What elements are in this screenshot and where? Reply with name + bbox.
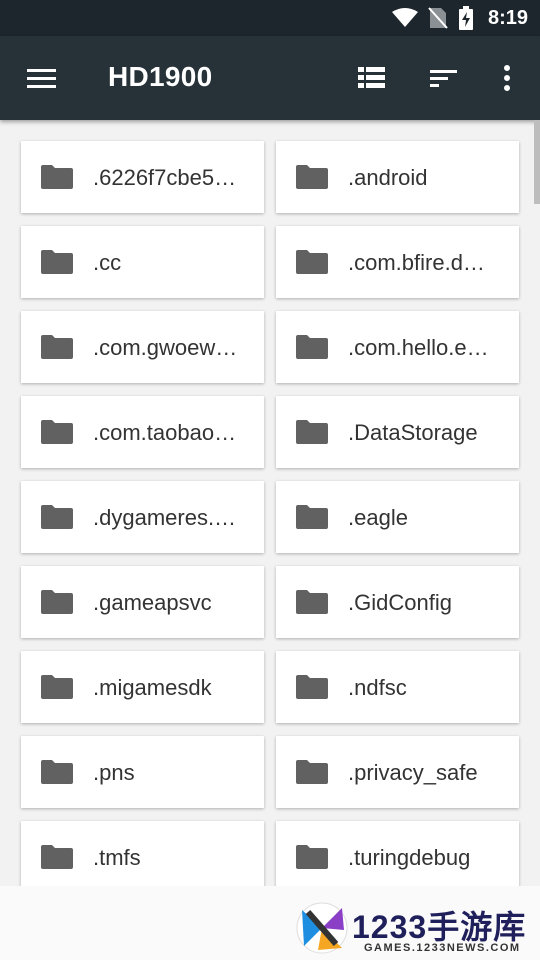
folder-icon (41, 845, 73, 874)
folder-icon (41, 165, 73, 194)
folder-name: .DataStorage (348, 420, 478, 445)
folder-item[interactable]: .com.bfire.d… (276, 226, 519, 298)
folder-name: .dygameres.… (93, 505, 237, 530)
hamburger-menu-icon[interactable] (22, 60, 62, 96)
folder-item[interactable]: .gameapsvc (21, 566, 264, 638)
folder-item[interactable]: .ndfsc (276, 651, 519, 723)
folder-name: .pns (93, 760, 135, 785)
folder-item[interactable]: .6226f7cbe5… (21, 141, 264, 213)
folder-icon (41, 335, 73, 364)
folder-icon (296, 420, 328, 449)
folder-name: .android (348, 165, 428, 190)
more-vert-icon[interactable] (487, 58, 527, 98)
folder-item[interactable]: .GidConfig (276, 566, 519, 638)
folder-item[interactable]: .cc (21, 226, 264, 298)
folder-item[interactable]: .com.hello.e… (276, 311, 519, 383)
folder-icon (41, 250, 73, 279)
folder-icon (296, 335, 328, 364)
folder-icon (41, 420, 73, 449)
status-bar: 8:19 (0, 0, 540, 36)
page-title: HD1900 (108, 61, 213, 92)
watermark-logo: 1233手游库 GAMES.1233NEWS.COM (290, 898, 540, 960)
folder-icon (41, 505, 73, 534)
scrollbar[interactable] (534, 120, 540, 204)
sort-icon[interactable] (424, 58, 464, 98)
folder-item[interactable]: .privacy_safe (276, 736, 519, 808)
folder-item[interactable]: .dygameres.… (21, 481, 264, 553)
folder-icon (41, 675, 73, 704)
folder-name: .ndfsc (348, 675, 407, 700)
folder-icon (41, 590, 73, 619)
battery-charging-icon (458, 6, 473, 30)
watermark-url: GAMES.1233NEWS.COM (364, 942, 521, 954)
folder-item[interactable]: .android (276, 141, 519, 213)
folder-name: .cc (93, 250, 122, 275)
folder-icon (296, 590, 328, 619)
no-sim-icon (428, 7, 448, 29)
folder-name: .privacy_safe (348, 760, 478, 785)
folder-icon (296, 845, 328, 874)
folder-name: .com.taobao… (93, 420, 237, 445)
folder-name: .GidConfig (348, 590, 452, 615)
folder-icon (41, 760, 73, 789)
brand-logo-icon (296, 902, 348, 954)
folder-name: .com.bfire.d… (348, 250, 485, 275)
folder-item[interactable]: .tmfs (21, 821, 264, 886)
folder-name: .migamesdk (93, 675, 212, 700)
folder-item[interactable]: .com.gwoew… (21, 311, 264, 383)
clock: 8:19 (487, 6, 528, 29)
folder-name: .com.hello.e… (348, 335, 489, 360)
folder-item[interactable]: .DataStorage (276, 396, 519, 468)
folder-icon (296, 760, 328, 789)
folder-icon (296, 675, 328, 704)
folder-icon (296, 250, 328, 279)
folder-name: .gameapsvc (93, 590, 212, 615)
folder-item[interactable]: .com.taobao… (21, 396, 264, 468)
folder-item[interactable]: .migamesdk (21, 651, 264, 723)
folder-name: .tmfs (93, 845, 141, 870)
folder-item[interactable]: .turingdebug (276, 821, 519, 886)
folder-name: .turingdebug (348, 845, 471, 870)
folder-item[interactable]: .pns (21, 736, 264, 808)
wifi-icon (391, 8, 418, 27)
folder-icon (296, 165, 328, 194)
folder-name: .com.gwoew… (93, 335, 238, 360)
folder-name: .6226f7cbe5… (93, 165, 237, 190)
folder-grid: .6226f7cbe5… .android .cc .com.bfire.d… .com… (0, 120, 540, 886)
folder-icon (296, 505, 328, 534)
folder-name: .eagle (348, 505, 408, 530)
list-view-icon[interactable] (352, 58, 392, 98)
app-toolbar: HD1900 (0, 36, 540, 120)
folder-item[interactable]: .eagle (276, 481, 519, 553)
